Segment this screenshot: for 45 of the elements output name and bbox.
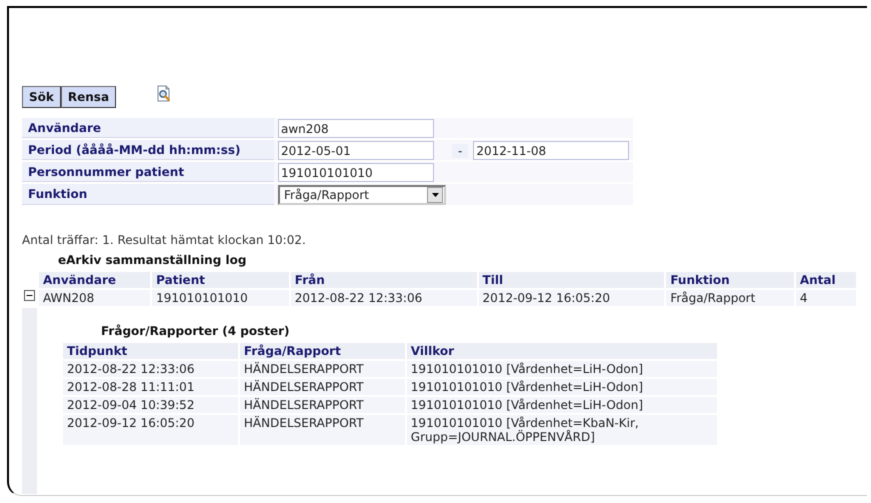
table-cell: HÄNDELSERAPPORT [240, 361, 405, 377]
table-caption: eArkiv sammanställning log [58, 253, 248, 267]
input-field[interactable]: 191010101010 [278, 163, 434, 182]
table-cell: 191010101010 [Vårdenhet=LiH-Odon] [406, 361, 717, 377]
column-header: Tidpunkt [63, 343, 238, 359]
column-header: Patient [152, 272, 289, 288]
field-label: Period (åååå-MM-dd hh:mm:ss) [22, 140, 274, 160]
field-label: Personnummer patient [22, 162, 274, 182]
column-header: Användare [39, 272, 150, 288]
result-summary: Antal träffar: 1. Resultat hämtat klockan 10:02. [22, 233, 307, 247]
table-cell: HÄNDELSERAPPORT [240, 397, 405, 413]
input-field[interactable]: 2012-05-01 [278, 141, 434, 160]
dropdown-arrow-icon [432, 193, 438, 197]
table-cell: 2012-09-12 16:05:20 [478, 290, 664, 306]
table-cell: Fråga/Rapport [666, 290, 794, 306]
column-header: Villkor [406, 343, 717, 359]
table-cell: 2012-09-04 10:39:52 [63, 397, 238, 413]
table-cell: 4 [796, 290, 856, 306]
table-cell: 2012-08-22 12:33:06 [63, 361, 238, 377]
range-separator: - [452, 144, 468, 158]
input-field[interactable]: awn208 [278, 119, 434, 138]
collapse-icon[interactable] [24, 290, 35, 301]
dropdown[interactable]: Fråga/Rapport [278, 185, 446, 205]
table-cell: AWN208 [39, 290, 150, 306]
table-cell: 191010101010 [Vårdenhet=KbaN-Kir, Grupp=JOURNAL.ÖPPENVÅRD] [406, 415, 717, 445]
table-cell: 191010101010 [Vårdenhet=LiH-Odon] [406, 379, 717, 395]
column-header: Fråga/Rapport [240, 343, 405, 359]
field-label: Användare [22, 118, 274, 138]
table-cell: 191010101010 [152, 290, 289, 306]
table-cell: HÄNDELSERAPPORT [240, 379, 405, 395]
table-cell: 2012-08-22 12:33:06 [290, 290, 477, 306]
column-header: Funktion [666, 272, 794, 288]
column-header: Från [290, 272, 477, 288]
print-preview-icon[interactable] [156, 84, 172, 102]
form-button[interactable]: Sök [22, 86, 61, 108]
table-cell: 2012-08-28 11:11:01 [63, 379, 238, 395]
form-button[interactable]: Rensa [60, 86, 116, 108]
table-cell: 191010101010 [Vårdenhet=LiH-Odon] [406, 397, 717, 413]
column-header: Antal [796, 272, 856, 288]
input-field[interactable]: 2012-11-08 [473, 141, 630, 160]
field-label: Funktion [22, 184, 274, 205]
column-header: Till [478, 272, 664, 288]
detail-caption: Frågor/Rapporter (4 poster) [101, 324, 290, 338]
table-cell: 2012-09-12 16:05:20 [63, 415, 238, 445]
table-cell: HÄNDELSERAPPORT [240, 415, 405, 445]
